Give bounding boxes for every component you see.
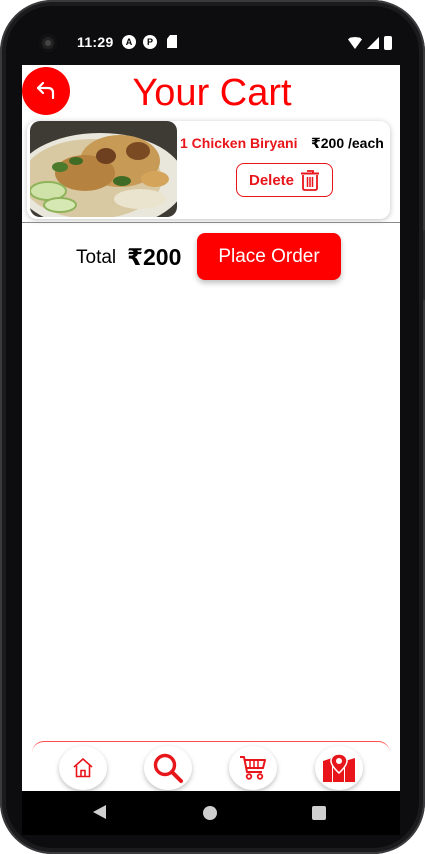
divider — [22, 222, 400, 223]
total-value: ₹200 — [127, 244, 182, 270]
cart-item: 1 Chicken Biryani ₹200 /each Delete — [27, 121, 390, 219]
system-recents-icon[interactable] — [312, 806, 326, 820]
system-back-icon[interactable] — [93, 805, 106, 819]
app-screen: Your Cart 1 Chicken Biryani ₹200 /each D… — [22, 65, 400, 791]
total-label: Total — [76, 247, 117, 268]
back-button[interactable] — [22, 67, 70, 115]
search-icon — [153, 753, 183, 783]
status-time: 11:29 — [77, 34, 114, 50]
nav-home-button[interactable] — [59, 746, 107, 790]
home-icon — [73, 758, 93, 778]
notification-a-icon: A — [122, 35, 136, 49]
camera-icon — [39, 34, 57, 52]
biryani-image — [30, 121, 177, 217]
page-title: Your Cart — [132, 72, 292, 114]
status-bar: 11:29 A P — [22, 30, 400, 56]
map-icon — [323, 753, 355, 782]
back-arrow-icon — [36, 81, 55, 100]
wifi-icon — [348, 37, 362, 49]
delete-label: Delete — [248, 171, 295, 189]
delete-button[interactable]: Delete — [236, 163, 333, 197]
place-order-button[interactable]: Place Order — [197, 233, 341, 280]
trash-icon — [301, 170, 320, 191]
cart-icon — [240, 756, 266, 780]
system-navigation-bar — [22, 791, 400, 835]
notification-p-icon: P — [143, 35, 157, 49]
item-price: ₹200 /each — [311, 135, 384, 151]
system-home-icon[interactable] — [203, 806, 217, 820]
battery-icon — [384, 36, 392, 50]
nav-cart-button[interactable] — [229, 746, 277, 790]
sd-card-icon — [167, 35, 177, 48]
signal-icon — [367, 37, 379, 49]
nav-map-button[interactable] — [315, 746, 363, 790]
nav-search-button[interactable] — [144, 746, 192, 790]
item-name: 1 Chicken Biryani — [180, 135, 298, 151]
system-icons — [348, 35, 392, 51]
